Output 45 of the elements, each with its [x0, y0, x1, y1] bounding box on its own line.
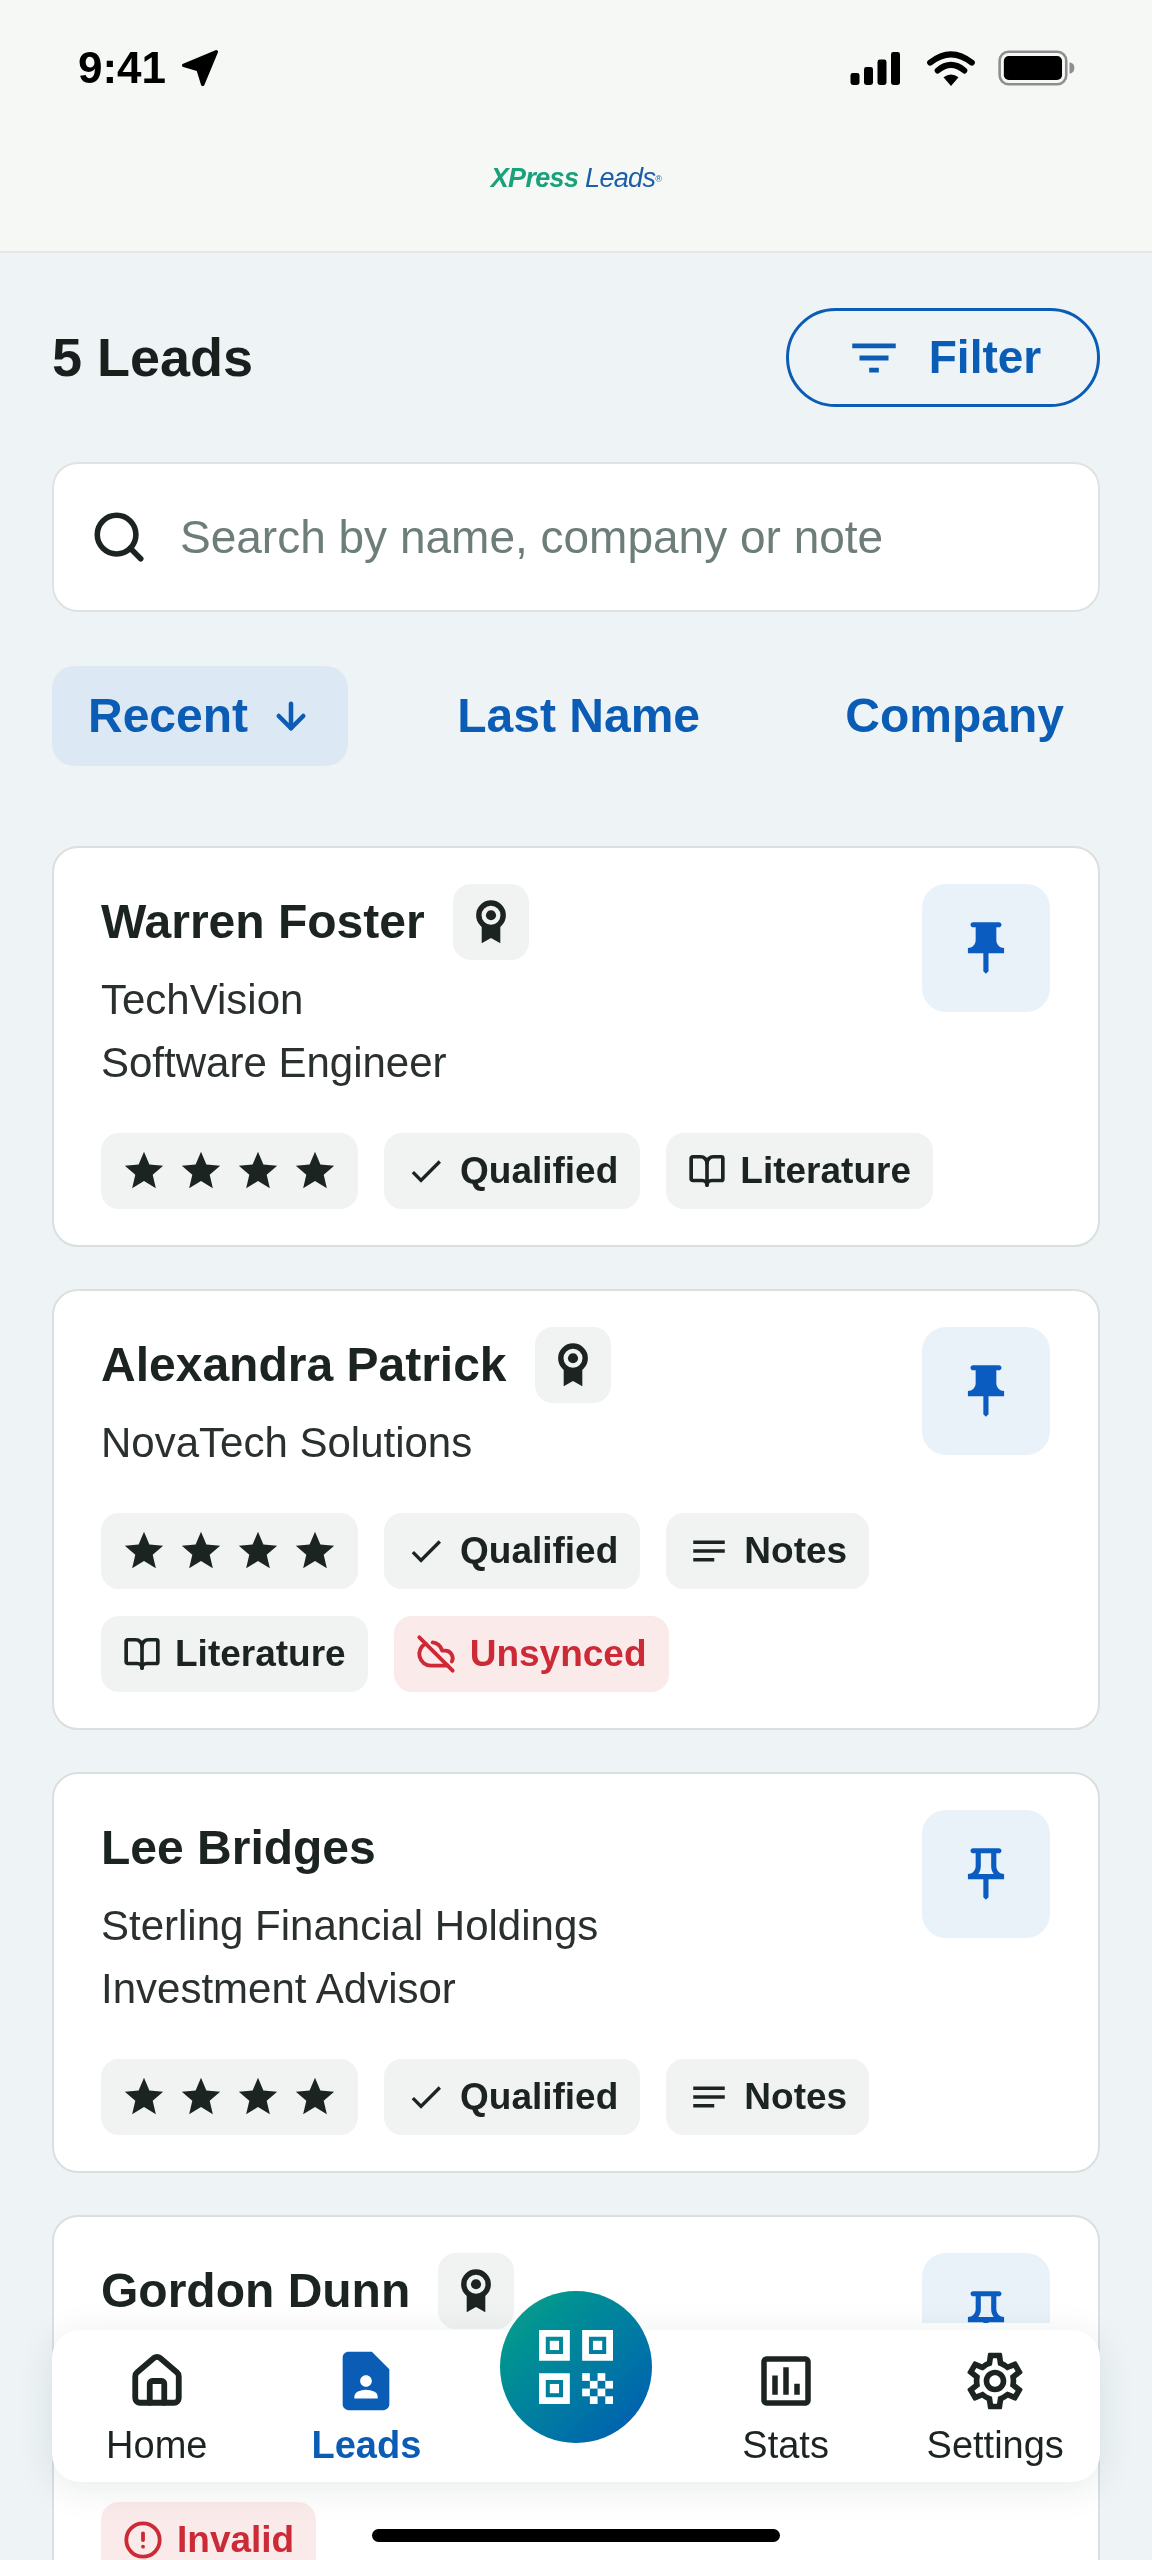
status-time: 9:41 — [78, 42, 167, 94]
filter-button[interactable]: Filter — [786, 308, 1100, 407]
tag-label: Literature — [740, 1149, 911, 1194]
pin-button[interactable] — [922, 884, 1050, 1012]
tag-label: Qualified — [460, 1149, 619, 1194]
open-book-icon — [123, 1635, 161, 1673]
wifi-icon — [926, 49, 976, 87]
sort-tab[interactable]: Last Name — [421, 666, 737, 766]
page-title: 5 Leads — [52, 326, 254, 389]
qr-code-icon — [539, 2330, 613, 2404]
lead-name: Lee Bridges — [101, 1820, 376, 1876]
app-logo: XPress Leads$^{®}$ — [490, 161, 662, 195]
tag-label: Notes — [744, 2075, 848, 2120]
company-name: TechVision — [101, 975, 305, 1025]
open-book-icon — [688, 1152, 727, 1190]
sort-tab[interactable]: Recent — [52, 666, 349, 766]
lead-name: Gordon Dunn — [101, 2263, 411, 2319]
lead-name: Warren Foster — [101, 894, 425, 950]
company-name: NovaTech Solutions — [101, 1418, 474, 1468]
cloud-off-icon — [415, 1634, 456, 1674]
pin-button[interactable] — [922, 1327, 1050, 1455]
stats-tab[interactable]: Stats — [680, 2330, 891, 2482]
tag-label: Qualified — [460, 2075, 619, 2120]
alert-circle-icon — [123, 2520, 163, 2560]
tag-label: Qualified — [460, 1529, 619, 1574]
lead-name: Alexandra Patrick — [101, 1337, 507, 1393]
lead-card[interactable]: Warren Foster TechVision Software Engineer Qualified Literature — [52, 846, 1100, 1247]
tag-label: Literature — [175, 1632, 346, 1677]
pin-button[interactable] — [922, 1810, 1050, 1938]
leads-tab[interactable]: Leads — [261, 2330, 472, 2482]
company-name: Sterling Financial Holdings — [101, 1901, 599, 1951]
home-tab[interactable]: Home — [52, 2330, 262, 2482]
tag-label: Unsynced — [469, 1632, 647, 1677]
location-arrow-icon — [182, 50, 219, 86]
lead-card[interactable]: Lee Bridges Sterling Financial Holdings Investment Advisor Qualified Notes — [52, 1772, 1100, 2173]
tag-label: Notes — [744, 1529, 848, 1574]
lead-card[interactable]: Alexandra Patrick NovaTech Solutions Qualified Notes Literature Unsynced — [52, 1289, 1100, 1730]
sort-tab[interactable]: Company — [809, 666, 1100, 766]
pin-button[interactable] — [922, 2253, 1050, 2323]
battery-icon — [998, 50, 1076, 86]
search-field[interactable]: Search by name, company or note — [52, 462, 1100, 612]
job-title: Investment Advisor — [101, 1964, 457, 2014]
job-title: Software Engineer — [101, 1038, 448, 1088]
tag-label: Invalid — [177, 2518, 295, 2560]
settings-tab[interactable]: Settings — [890, 2330, 1100, 2482]
